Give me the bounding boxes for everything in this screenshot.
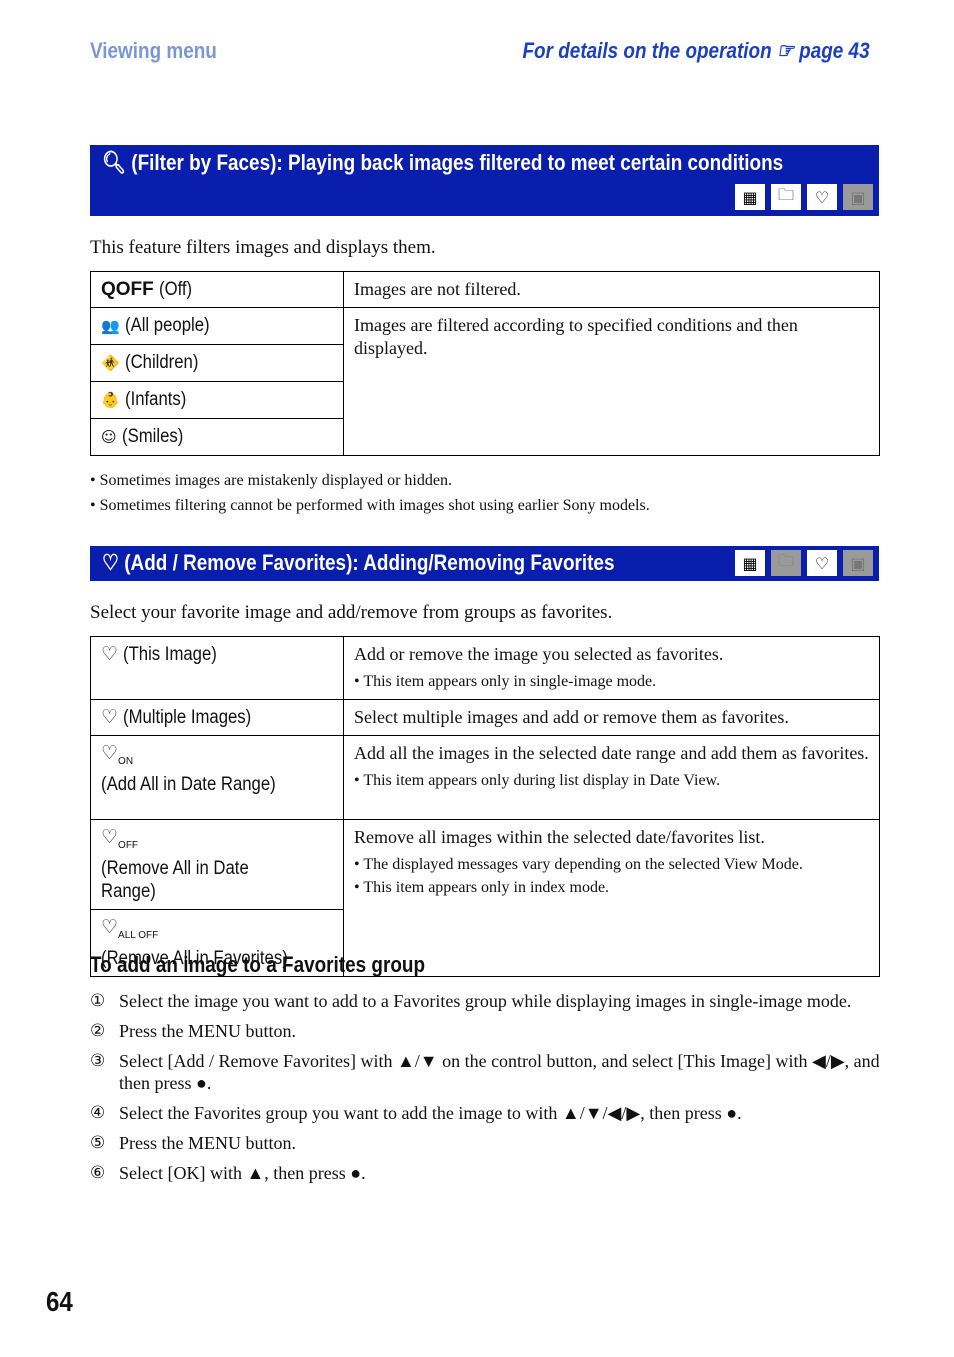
option-label: (Add All in Date Range): [101, 773, 276, 795]
option-children: 🚸 (Children): [90, 344, 344, 382]
step: ⑥ Select [OK] with ▲, then press ●.: [90, 1163, 366, 1183]
heart-calendar-off-icon: ♡OFF: [101, 827, 139, 851]
internal-memory-icon: ▣: [843, 550, 873, 576]
search-face-icon: 🔍︎: [102, 150, 127, 175]
option-desc: Images are not filtered.: [343, 271, 880, 308]
option-this-image: ♡ (This Image): [90, 636, 344, 700]
filter-by-faces-header: 🔍︎ (Filter by Faces): Playing back image…: [90, 145, 879, 216]
note: Sometimes filtering cannot be performed …: [99, 497, 650, 514]
howto-steps: ① Select the image you want to add to a F…: [90, 990, 880, 1192]
date-view-icon: ▦: [735, 550, 765, 576]
children-icon: 🚸: [101, 354, 120, 372]
option-smiles: ☺ (Smiles): [90, 418, 344, 456]
favorites-options-table: ♡ (This Image) Add or remove the image yo…: [90, 636, 880, 977]
internal-memory-icon: ▣: [843, 184, 873, 210]
option-label: (Multiple Images): [123, 707, 252, 728]
favorites-title: (Add / Remove Favorites): Adding/Removin…: [124, 550, 615, 575]
option-label: (Off): [159, 279, 193, 300]
desc-bullet: This item appears only in index mode.: [363, 879, 610, 896]
option-label: (Children): [124, 352, 199, 373]
desc-text: Add all the images in the selected date …: [354, 743, 869, 763]
option-add-all-date: ♡ON (Add All in Date Range): [90, 735, 344, 820]
infants-icon: 👶: [101, 391, 120, 409]
table-row: ♡ (This Image) Add or remove the image yo…: [90, 636, 880, 700]
option-label: (Infants): [124, 389, 187, 410]
date-view-icon: ▦: [735, 184, 765, 210]
heart-multi-check-icon: ♡: [101, 707, 119, 728]
table-row: QOFF (Off) Images are not filtered.: [90, 271, 880, 308]
details-reference[interactable]: For details on the operation ☞ page 43: [466, 38, 870, 64]
heart-icon: ♡: [102, 550, 119, 575]
filter-intro: This feature filters images and displays…: [90, 237, 436, 258]
option-infants: 👶 (Infants): [90, 381, 344, 419]
desc-bullet: This item appears only in single-image m…: [363, 673, 657, 690]
desc-bullet: The displayed messages vary depending on…: [363, 856, 803, 873]
all-people-icon: 👥: [101, 317, 120, 335]
table-row: 👥 (All people) Images are filtered accord…: [90, 307, 880, 456]
desc-text: Remove all images within the selected da…: [354, 827, 765, 847]
heart-calendar-on-icon: ♡ON: [101, 743, 134, 767]
desc-bullet: This item appears only during list displ…: [363, 772, 721, 789]
option-multiple-images: ♡ (Multiple Images): [90, 699, 344, 736]
option-label: (Smiles): [121, 426, 184, 447]
page-link[interactable]: page 43: [800, 38, 870, 63]
option-label: (This Image): [123, 644, 218, 665]
step: ⑤ Press the MENU button.: [90, 1133, 296, 1153]
page-number: 64: [46, 1286, 73, 1317]
details-text: For details on the operation: [522, 38, 773, 63]
filter-notes: • Sometimes images are mistakenly displa…: [90, 472, 650, 514]
favorites-intro: Select your favorite image and add/remov…: [90, 602, 613, 623]
table-row: ♡ (Multiple Images) Select multiple image…: [90, 699, 880, 736]
folder-view-icon: 🗀: [771, 550, 801, 576]
filter-off-icon: QOFF: [101, 279, 154, 300]
desc-text: Add or remove the image you selected as …: [354, 644, 724, 664]
option-desc: Add or remove the image you selected as …: [343, 636, 880, 700]
step: ② Press the MENU button.: [90, 1021, 296, 1041]
note: Sometimes images are mistakenly displaye…: [99, 472, 452, 489]
table-row: ♡OFF (Remove All in Date Range) Remove al…: [90, 819, 880, 977]
option-desc: Select multiple images and add or remove…: [343, 699, 880, 736]
favorites-icon: ♡: [807, 550, 837, 576]
option-label: (All people): [124, 315, 210, 336]
manual-page: Viewing menu For details on the operatio…: [0, 0, 954, 1357]
table-row: ♡ON (Add All in Date Range) Add all the i…: [90, 735, 880, 820]
step: ① Select the image you want to add to a F…: [90, 991, 852, 1011]
option-label: (Remove All in Date Range): [101, 857, 249, 902]
heart-all-off-icon: ♡ALL OFF: [101, 916, 159, 941]
favorites-icon: ♡: [807, 184, 837, 210]
step: ④ Select the Favorites group you want to …: [90, 1103, 742, 1123]
filter-title: (Filter by Faces): Playing back images f…: [131, 150, 784, 175]
heart-check-icon: ♡: [101, 644, 119, 665]
option-desc: Add all the images in the selected date …: [343, 735, 880, 820]
favorites-header: ♡ (Add / Remove Favorites): Adding/Remov…: [90, 546, 879, 581]
option-all-people: 👥 (All people): [90, 307, 344, 345]
filter-options-table: QOFF (Off) Images are not filtered. 👥 (Al…: [90, 271, 880, 456]
smiles-icon: ☺: [101, 428, 117, 446]
option-remove-all-date: ♡OFF (Remove All in Date Range): [90, 819, 344, 910]
option-desc: Images are filtered according to specifi…: [343, 307, 880, 456]
option-off: QOFF (Off): [90, 271, 344, 308]
section-title: Viewing menu: [90, 38, 217, 63]
howto-title: To add an image to a Favorites group: [90, 952, 426, 977]
pointing-hand-icon: ☞: [777, 38, 795, 63]
step: ③ Select [Add / Remove Favorites] with ▲/…: [90, 1051, 880, 1093]
folder-view-icon: 🗀: [771, 184, 801, 210]
